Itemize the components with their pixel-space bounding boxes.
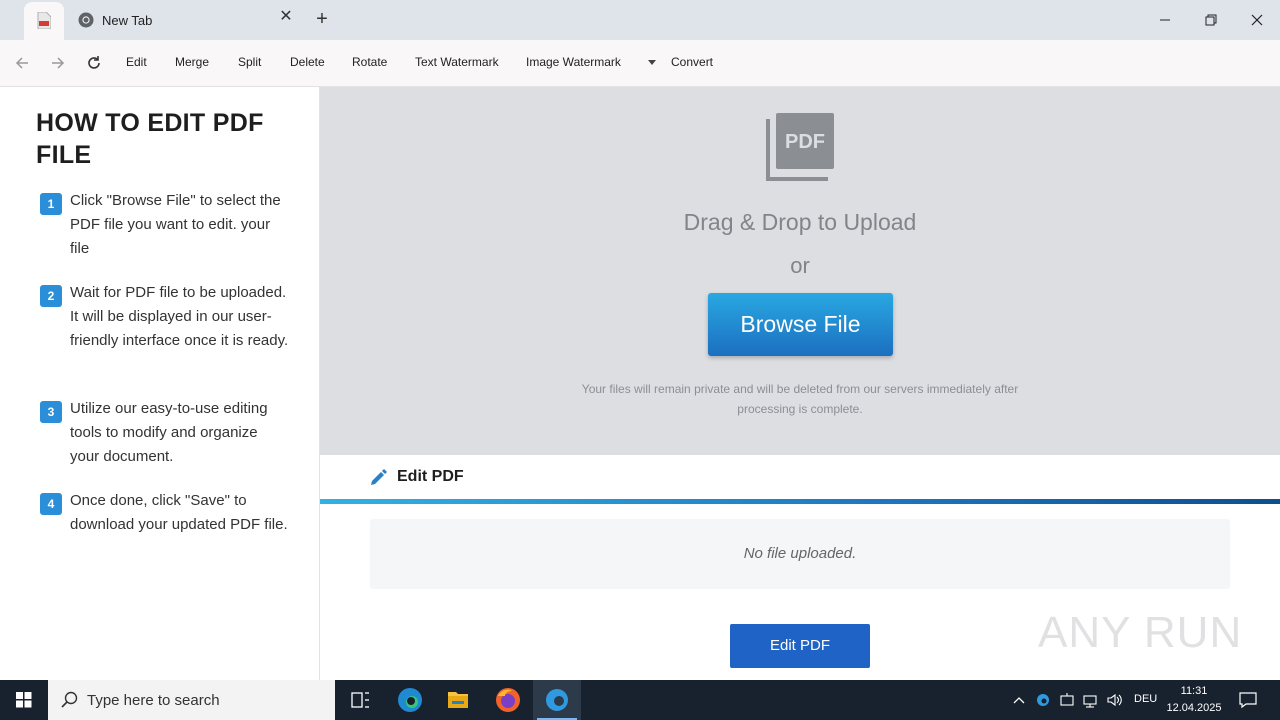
menu-convert[interactable]: Convert [671,55,713,69]
no-file-status: No file uploaded. [370,519,1230,589]
step-number-badge: 1 [40,193,62,215]
menu-edit[interactable]: Edit [126,55,147,69]
anyrun-watermark: ANY RUN [1038,608,1243,657]
step-number-badge: 3 [40,401,62,423]
step-number-badge: 4 [40,493,62,515]
chrome-icon [78,12,94,28]
meet-now-icon[interactable] [1058,690,1076,710]
file-explorer-icon[interactable] [434,680,482,720]
taskbar-clock[interactable]: 11:31 12.04.2025 [1162,683,1226,717]
tab-title: New Tab [102,13,153,28]
step-text: Utilize our easy-to-use editing tools to… [70,400,268,465]
clock-time: 11:31 [1180,685,1208,697]
browser-titlebar: New Tab ✕ + [0,0,1280,40]
pdf-stack-icon: PDF [766,113,834,181]
search-placeholder: Type here to search [87,692,220,709]
minimize-icon[interactable] [1150,6,1180,34]
chevron-down-icon[interactable] [648,60,656,65]
menu-rotate[interactable]: Rotate [352,55,387,69]
task-view-icon[interactable] [336,680,384,720]
taskbar-search[interactable]: Type here to search [48,680,335,720]
windows-taskbar: Type here to search DEU 11:31 12.04.2025 [0,680,1280,720]
guide-title: HOW TO EDIT PDF FILE [36,109,264,169]
back-arrow-icon[interactable] [12,53,32,73]
menu-text-watermark[interactable]: Text Watermark [415,55,499,69]
step-text: Wait for PDF file to be uploaded. It wil… [70,284,289,349]
step-number-badge: 2 [40,285,62,307]
firefox-icon[interactable] [484,680,532,720]
how-to-panel: HOW TO EDIT PDF FILE 1 Click "Browse Fil… [0,87,320,680]
upload-dropzone[interactable]: PDF Drag & Drop to Upload or Browse File… [320,87,1280,455]
language-indicator[interactable]: DEU [1134,693,1157,705]
drag-drop-text: Drag & Drop to Upload [683,209,917,235]
privacy-note: Your files will remain private and will … [581,382,1019,416]
edge-active-icon[interactable] [533,680,581,720]
browse-file-button[interactable]: Browse File [708,293,893,356]
forward-arrow-icon[interactable] [48,53,68,73]
windows-start-icon[interactable] [0,680,48,720]
tab-pdf-editor[interactable] [24,2,64,40]
edge-tray-icon[interactable] [1034,690,1052,710]
menu-split[interactable]: Split [238,55,261,69]
chevron-up-icon[interactable] [1010,690,1028,710]
pdf-file-icon [37,12,51,29]
step-text: Once done, click "Save" to download your… [70,492,288,533]
edge-icon[interactable] [386,680,434,720]
menu-image-watermark[interactable]: Image Watermark [526,55,621,69]
network-icon[interactable] [1082,690,1100,710]
edit-pdf-title: Edit PDF [397,468,464,485]
step-text: Click "Browse File" to select the PDF fi… [70,192,281,257]
menu-delete[interactable]: Delete [290,55,325,69]
menu-merge[interactable]: Merge [175,55,209,69]
reload-icon[interactable] [84,53,104,73]
edit-pdf-button[interactable]: Edit PDF [730,624,870,668]
close-window-icon[interactable] [1242,6,1272,34]
search-icon [61,691,78,708]
restore-icon[interactable] [1196,6,1226,34]
new-tab-button[interactable]: + [312,8,332,30]
or-text: or [790,253,810,278]
notification-icon[interactable] [1238,690,1258,710]
edit-pdf-header: Edit PDF [320,455,1280,499]
close-tab-icon[interactable]: ✕ [278,9,294,25]
app-toolbar: Edit Merge Split Delete Rotate Text Wate… [0,40,1280,87]
pdf-icon-label: PDF [785,131,825,153]
pencil-icon [371,469,387,485]
clock-date: 12.04.2025 [1166,702,1222,714]
tab-new-tab[interactable]: New Tab ✕ [64,2,300,38]
volume-icon[interactable] [1106,690,1124,710]
